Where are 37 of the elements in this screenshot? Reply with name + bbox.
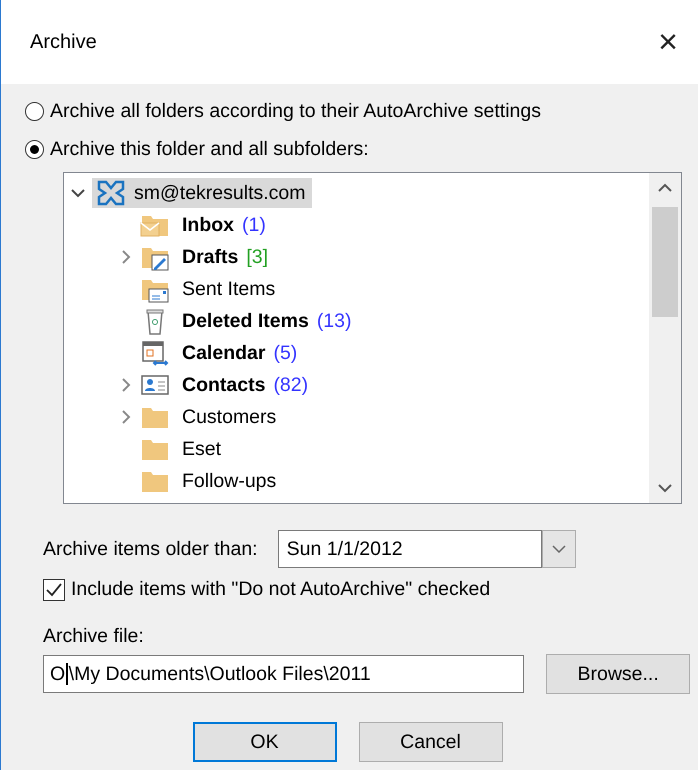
file-path-field[interactable]: O\My Documents\Outlook Files\2011	[43, 655, 524, 693]
exchange-icon	[96, 179, 126, 207]
checkbox-label: Include items with "Do not AutoArchive" checked	[71, 578, 490, 601]
folder-name[interactable]: Contacts	[182, 374, 266, 396]
folder-name[interactable]: Deleted Items	[182, 310, 309, 332]
account-item[interactable]: sm@tekresults.com	[92, 178, 312, 208]
checkbox[interactable]	[43, 578, 65, 600]
window-title: Archive	[30, 30, 97, 54]
item-count: [3]	[246, 246, 268, 268]
date-field[interactable]: Sun 1/1/2012	[278, 530, 542, 568]
scroll-down-icon[interactable]	[658, 483, 672, 493]
item-count: (5)	[273, 342, 298, 364]
radio-label: Archive all folders according to their AutoArchive settings	[50, 100, 541, 122]
item-count: (1)	[242, 214, 266, 236]
browse-button[interactable]: Browse...	[546, 654, 690, 694]
dropdown-button[interactable]	[542, 530, 576, 568]
cancel-button[interactable]: Cancel	[358, 722, 502, 762]
folder-name[interactable]: Customers	[182, 406, 276, 428]
folder-name[interactable]: Sent Items	[182, 278, 276, 300]
chevron-down-icon	[552, 545, 566, 553]
scroll-up-icon[interactable]	[658, 183, 672, 193]
field-label: Archive items older than:	[43, 538, 258, 560]
scrollbar[interactable]	[649, 173, 681, 503]
item-count: (13)	[316, 310, 352, 332]
item-count: (82)	[273, 374, 308, 396]
close-button[interactable]: ×	[652, 25, 684, 59]
field-label: Archive file:	[43, 625, 145, 648]
folder-name[interactable]: Inbox	[182, 214, 234, 236]
folder-name[interactable]: Calendar	[182, 342, 266, 364]
ok-button[interactable]: OK	[192, 722, 336, 762]
radio-button[interactable]	[25, 102, 44, 120]
radio-label: Archive this folder and all subfolders:	[50, 138, 369, 160]
scroll-thumb[interactable]	[652, 207, 678, 317]
radio-button[interactable]	[25, 140, 44, 158]
folder-name[interactable]: Eset	[182, 438, 222, 460]
folder-name[interactable]: Drafts	[182, 246, 238, 268]
folder-name[interactable]: Follow-ups	[182, 470, 276, 492]
